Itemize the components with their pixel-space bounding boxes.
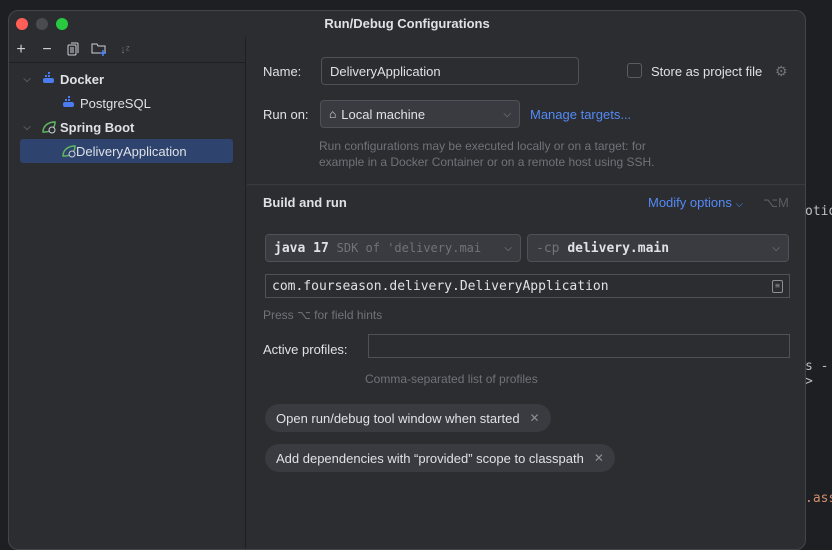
gear-icon[interactable]: ⚙: [775, 63, 788, 80]
tree-item-docker[interactable]: ⌵ Docker: [9, 67, 245, 91]
window-title: Run/Debug Configurations: [324, 16, 490, 31]
tree-item-spring-boot[interactable]: ⌵ Spring Boot: [9, 115, 245, 139]
active-profiles-label: Active profiles:: [263, 342, 348, 357]
store-as-project-label: Store as project file: [651, 64, 763, 79]
option-chip[interactable]: Open run/debug tool window when started ✕: [265, 404, 551, 432]
build-and-run-heading: Build and run: [263, 195, 347, 210]
jdk-value: java 17: [274, 240, 329, 256]
chevron-down-icon: ⌵: [735, 199, 744, 210]
name-input[interactable]: DeliveryApplication: [321, 57, 579, 85]
spring-boot-icon: [62, 145, 76, 158]
chevron-down-icon[interactable]: ⌵: [20, 74, 34, 85]
remove-icon[interactable]: −: [39, 41, 55, 58]
name-value: DeliveryApplication: [330, 63, 441, 79]
modify-options-label: Modify options: [648, 195, 732, 210]
manage-targets-link[interactable]: Manage targets...: [530, 107, 631, 122]
spring-boot-icon: [42, 121, 56, 134]
tree-item-postgresql[interactable]: PostgreSQL: [9, 91, 245, 115]
run-on-label: Run on:: [263, 107, 309, 122]
home-icon: ⌂: [329, 107, 337, 121]
editor-fragment: .ass: [805, 491, 832, 506]
chip-label: Open run/debug tool window when started: [276, 410, 520, 426]
main-class-value: com.fourseason.delivery.DeliveryApplicat…: [272, 278, 609, 294]
cp-value: delivery.main: [567, 240, 670, 256]
tree-item-delivery-application[interactable]: DeliveryApplication: [20, 139, 233, 163]
tree-item-label: Docker: [60, 71, 105, 87]
browse-icon[interactable]: ≡: [772, 279, 783, 293]
editor-fragment: s ->: [805, 359, 829, 389]
chip-label: Add dependencies with “provided” scope t…: [276, 450, 584, 466]
run-on-value: Local machine: [341, 106, 426, 122]
classpath-select[interactable]: -cp delivery.main ⌵: [527, 234, 789, 262]
divider: [247, 184, 805, 185]
chevron-down-icon: ⌵: [503, 108, 511, 120]
store-as-project-checkbox[interactable]: [627, 63, 642, 78]
chevron-down-icon[interactable]: ⌵: [20, 122, 34, 133]
config-sidebar: + − ↓ᶻ ⌵ Docker PostgreSQL ⌵ Spring Boot…: [9, 37, 246, 549]
docker-icon: [43, 72, 54, 83]
active-profiles-input[interactable]: [368, 334, 790, 358]
close-icon[interactable]: ✕: [594, 451, 604, 465]
modify-shortcut: ⌥M: [763, 195, 789, 210]
jdk-sub: SDK of 'delivery.mai: [336, 241, 482, 255]
config-tree: ⌵ Docker PostgreSQL ⌵ Spring Boot Delive…: [9, 63, 245, 163]
name-label: Name:: [263, 64, 302, 79]
add-icon[interactable]: +: [13, 41, 29, 58]
jdk-select[interactable]: java 17 SDK of 'delivery.mai ⌵: [265, 234, 521, 262]
main-class-input[interactable]: com.fourseason.delivery.DeliveryApplicat…: [265, 274, 790, 298]
close-icon[interactable]: ✕: [530, 411, 540, 425]
editor-fragment: otio: [805, 204, 832, 219]
run-debug-dialog: Run/Debug Configurations + − ↓ᶻ ⌵ Docker…: [8, 10, 806, 550]
sort-alpha-icon[interactable]: ↓ᶻ: [117, 42, 133, 58]
config-form: Name: DeliveryApplication Store as proje…: [247, 37, 805, 549]
chevron-down-icon: ⌵: [772, 242, 780, 254]
option-chip[interactable]: Add dependencies with “provided” scope t…: [265, 444, 615, 472]
cp-prefix: -cp: [536, 240, 560, 256]
sidebar-toolbar: + − ↓ᶻ: [9, 37, 245, 63]
modify-options-link[interactable]: Modify options ⌵: [648, 195, 743, 210]
field-hints: Press ⌥ for field hints: [263, 308, 383, 322]
folder-add-icon[interactable]: [91, 42, 107, 58]
tree-item-label: PostgreSQL: [80, 95, 151, 111]
tree-item-label: DeliveryApplication: [76, 143, 187, 159]
copy-icon[interactable]: [65, 42, 81, 58]
run-on-hint: Run configurations may be executed local…: [319, 139, 655, 169]
run-on-select[interactable]: ⌂ Local machine ⌵: [320, 100, 520, 128]
chevron-down-icon: ⌵: [504, 242, 512, 254]
tree-item-label: Spring Boot: [60, 119, 135, 135]
active-profiles-hint: Comma-separated list of profiles: [365, 372, 538, 386]
title-bar: Run/Debug Configurations: [9, 11, 805, 37]
docker-icon: [63, 96, 74, 107]
